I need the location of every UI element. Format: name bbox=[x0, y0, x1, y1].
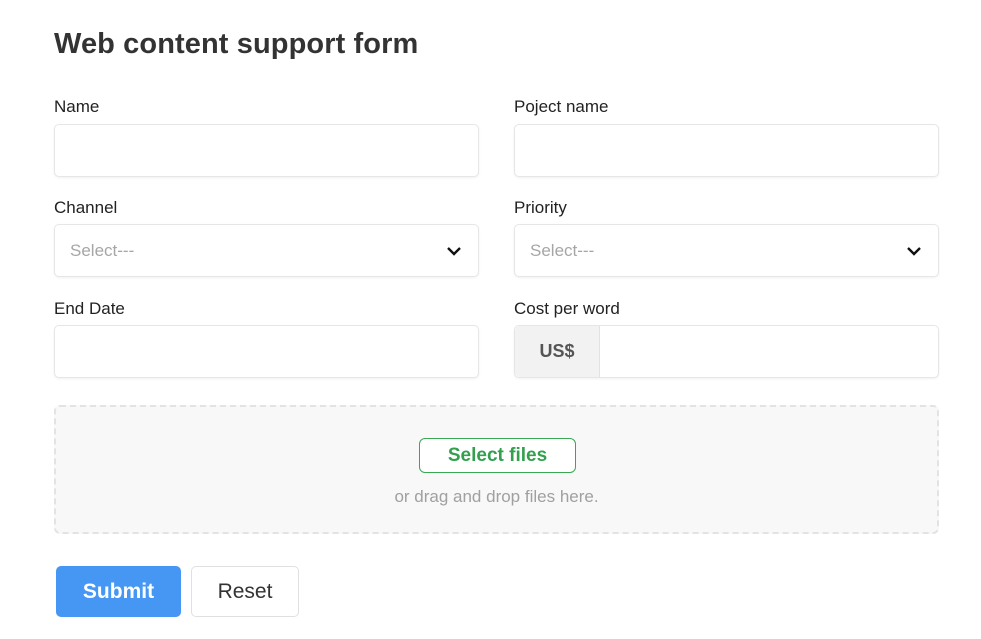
page-title: Web content support form bbox=[54, 28, 419, 60]
name-label: Name bbox=[54, 97, 100, 116]
priority-select-value: Select--- bbox=[530, 241, 595, 260]
cost-per-word-input[interactable] bbox=[601, 326, 938, 377]
priority-select[interactable]: Select--- bbox=[514, 224, 939, 277]
file-dropzone[interactable]: Select files or drag and drop files here… bbox=[54, 405, 939, 534]
channel-select-value: Select--- bbox=[70, 241, 135, 260]
priority-label: Priority bbox=[514, 198, 567, 217]
currency-prefix: US$ bbox=[515, 326, 600, 377]
project-name-input[interactable] bbox=[514, 124, 939, 177]
end-date-input[interactable] bbox=[54, 325, 479, 378]
project-name-label: Poject name bbox=[514, 97, 609, 116]
name-input[interactable] bbox=[54, 124, 479, 177]
select-files-button[interactable]: Select files bbox=[419, 438, 576, 473]
chevron-down-icon bbox=[907, 247, 921, 256]
end-date-label: End Date bbox=[54, 299, 125, 318]
channel-label: Channel bbox=[54, 198, 118, 217]
cost-per-word-group: US$ bbox=[514, 325, 939, 378]
reset-button[interactable]: Reset bbox=[191, 566, 299, 617]
chevron-down-icon bbox=[447, 247, 461, 256]
cost-per-word-label: Cost per word bbox=[514, 299, 620, 318]
dropzone-hint: or drag and drop files here. bbox=[394, 487, 599, 506]
channel-select[interactable]: Select--- bbox=[54, 224, 479, 277]
submit-button[interactable]: Submit bbox=[56, 566, 181, 617]
